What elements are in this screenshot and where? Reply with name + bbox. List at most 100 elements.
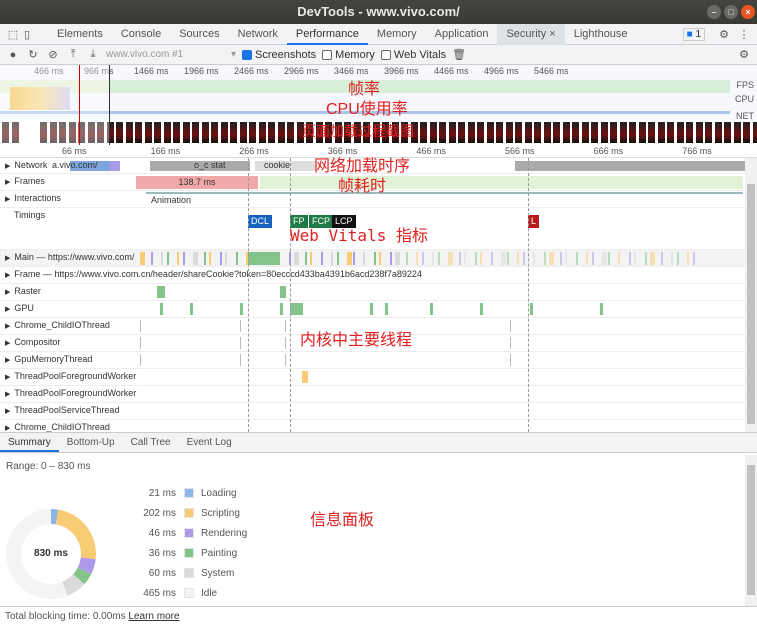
tab-performance[interactable]: Performance (286, 24, 368, 45)
tab-security[interactable]: Security × (497, 23, 565, 45)
screenshot-thumbnail[interactable] (676, 122, 684, 143)
screenshot-thumbnail[interactable] (553, 122, 560, 143)
expand-arrow-icon[interactable]: ▶ (5, 357, 10, 364)
device-toolbar-icon[interactable]: ▯ (20, 28, 34, 41)
main-task-slice[interactable] (474, 252, 477, 265)
inspect-element-icon[interactable]: ⬚ (6, 28, 20, 41)
screenshot-thumbnail[interactable] (581, 122, 589, 143)
main-task-slice[interactable] (150, 252, 153, 265)
main-task-slice[interactable] (373, 252, 376, 265)
thread-task-slice[interactable] (385, 303, 388, 315)
thread-task-slice[interactable] (240, 303, 243, 315)
expand-arrow-icon[interactable]: ▶ (5, 425, 10, 432)
screenshot-thumbnail[interactable] (562, 122, 570, 143)
screenshot-thumbnail[interactable] (515, 122, 522, 143)
screenshot-thumbnail[interactable] (743, 122, 750, 143)
expand-arrow-icon[interactable]: ▶ (5, 179, 10, 186)
thread-task-slice[interactable] (290, 303, 300, 315)
frame-bar-long[interactable]: 138.7 ms (136, 176, 258, 189)
main-task-slice[interactable] (225, 252, 227, 265)
flame-chart-scrollbar[interactable] (745, 158, 757, 432)
screenshot-thumbnail[interactable] (201, 122, 209, 143)
screenshot-thumbnail[interactable] (534, 122, 541, 143)
reload-record-icon[interactable]: ↻ (26, 48, 40, 61)
web-vitals-checkbox[interactable]: Web Vitals (380, 49, 446, 61)
thread-task-slice[interactable] (140, 337, 141, 349)
screenshot-thumbnail[interactable] (182, 122, 190, 143)
expand-arrow-icon[interactable]: ▶ (5, 374, 10, 381)
tab-call-tree[interactable]: Call Tree (123, 433, 179, 452)
main-task-slice[interactable] (347, 252, 352, 265)
main-task-slice[interactable] (533, 252, 535, 265)
timeline-overview[interactable]: 466 ms 966 ms 1466 ms 1966 ms 2466 ms 2966 ms… (0, 65, 757, 145)
track-thread[interactable]: ▶ Raster (0, 284, 745, 301)
main-task-slice[interactable] (676, 252, 679, 265)
main-task-slice[interactable] (363, 252, 365, 265)
memory-checkbox[interactable]: Memory (322, 49, 375, 61)
more-options-icon[interactable]: ⋮ (737, 28, 751, 41)
thread-task-slice[interactable] (240, 354, 241, 366)
main-task-slice[interactable] (405, 252, 408, 265)
screenshot-thumbnail[interactable] (173, 122, 180, 143)
screenshot-thumbnail[interactable] (705, 122, 712, 143)
close-button[interactable]: × (741, 5, 755, 19)
screenshot-thumbnail[interactable] (591, 122, 598, 143)
tab-memory[interactable]: Memory (368, 24, 426, 45)
clear-icon[interactable]: ⊘ (46, 48, 60, 61)
summary-scrollbar[interactable] (745, 455, 757, 606)
network-request-bar[interactable] (110, 161, 120, 171)
tab-sources[interactable]: Sources (170, 24, 228, 45)
timing-marker-dcl[interactable]: DCL (248, 215, 273, 228)
screenshot-thumbnail[interactable] (733, 122, 741, 143)
screenshot-thumbnail[interactable] (496, 122, 503, 143)
main-task-slice[interactable] (565, 252, 567, 265)
thread-task-slice[interactable] (510, 320, 511, 332)
expand-arrow-icon[interactable]: ▶ (5, 255, 10, 262)
main-task-slice[interactable] (310, 252, 312, 265)
screenshot-thumbnail[interactable] (610, 122, 617, 143)
flame-chart[interactable]: ▶ Network a.vivo.com/o_c stat cookie ▶ Frames… (0, 158, 757, 437)
thread-task-slice[interactable] (300, 303, 303, 315)
main-task-slice[interactable] (140, 252, 145, 265)
screenshot-thumbnail[interactable] (154, 122, 161, 143)
selection-window[interactable] (0, 65, 110, 145)
main-task-slice[interactable] (395, 252, 400, 265)
tab-bottom-up[interactable]: Bottom-Up (59, 433, 123, 452)
main-task-slice[interactable] (235, 252, 238, 265)
main-task-slice[interactable] (432, 252, 434, 265)
expand-arrow-icon[interactable]: ▶ (5, 340, 10, 347)
screenshot-thumbnail[interactable] (572, 122, 579, 143)
main-task-slice[interactable] (294, 252, 299, 265)
screenshot-thumbnail[interactable] (629, 122, 636, 143)
screenshot-thumbnail[interactable] (144, 122, 152, 143)
screenshot-thumbnail[interactable] (230, 122, 237, 143)
capture-settings-icon[interactable]: ⚙ (737, 48, 751, 61)
track-thread[interactable]: ▶ GPU (0, 301, 745, 318)
expand-arrow-icon[interactable]: ▶ (5, 163, 10, 170)
main-task-slice[interactable] (416, 252, 418, 265)
upload-profile-icon[interactable]: ⤒ (66, 48, 80, 61)
screenshot-thumbnail[interactable] (543, 122, 551, 143)
main-task-slice[interactable] (618, 252, 620, 265)
download-profile-icon[interactable]: ⤓ (86, 48, 100, 61)
timing-marker-l[interactable]: L (528, 215, 540, 228)
thread-task-slice[interactable] (140, 354, 141, 366)
thread-task-slice[interactable] (190, 303, 193, 315)
main-task-slice[interactable] (522, 252, 525, 265)
main-task-slice[interactable] (193, 252, 198, 265)
screenshot-thumbnail[interactable] (714, 122, 722, 143)
main-task-slice[interactable] (209, 252, 211, 265)
screenshot-thumbnail[interactable] (268, 122, 275, 143)
expand-arrow-icon[interactable]: ▶ (5, 272, 10, 279)
main-task-slice[interactable] (549, 252, 554, 265)
screenshot-thumbnail[interactable] (477, 122, 484, 143)
screenshots-checkbox[interactable]: Screenshots (242, 49, 316, 61)
main-task-slice[interactable] (634, 252, 636, 265)
screenshot-thumbnail[interactable] (420, 122, 427, 143)
track-frame[interactable]: ▶ Frame — https://www.vivo.com.cn/header/… (0, 267, 745, 284)
screenshot-thumbnail[interactable] (220, 122, 228, 143)
tab-summary[interactable]: Summary (0, 433, 59, 452)
track-main[interactable]: ▶ Main — https://www.vivo.com/ (0, 250, 745, 267)
main-task-slice[interactable] (458, 252, 461, 265)
thread-task-slice[interactable] (280, 286, 286, 298)
